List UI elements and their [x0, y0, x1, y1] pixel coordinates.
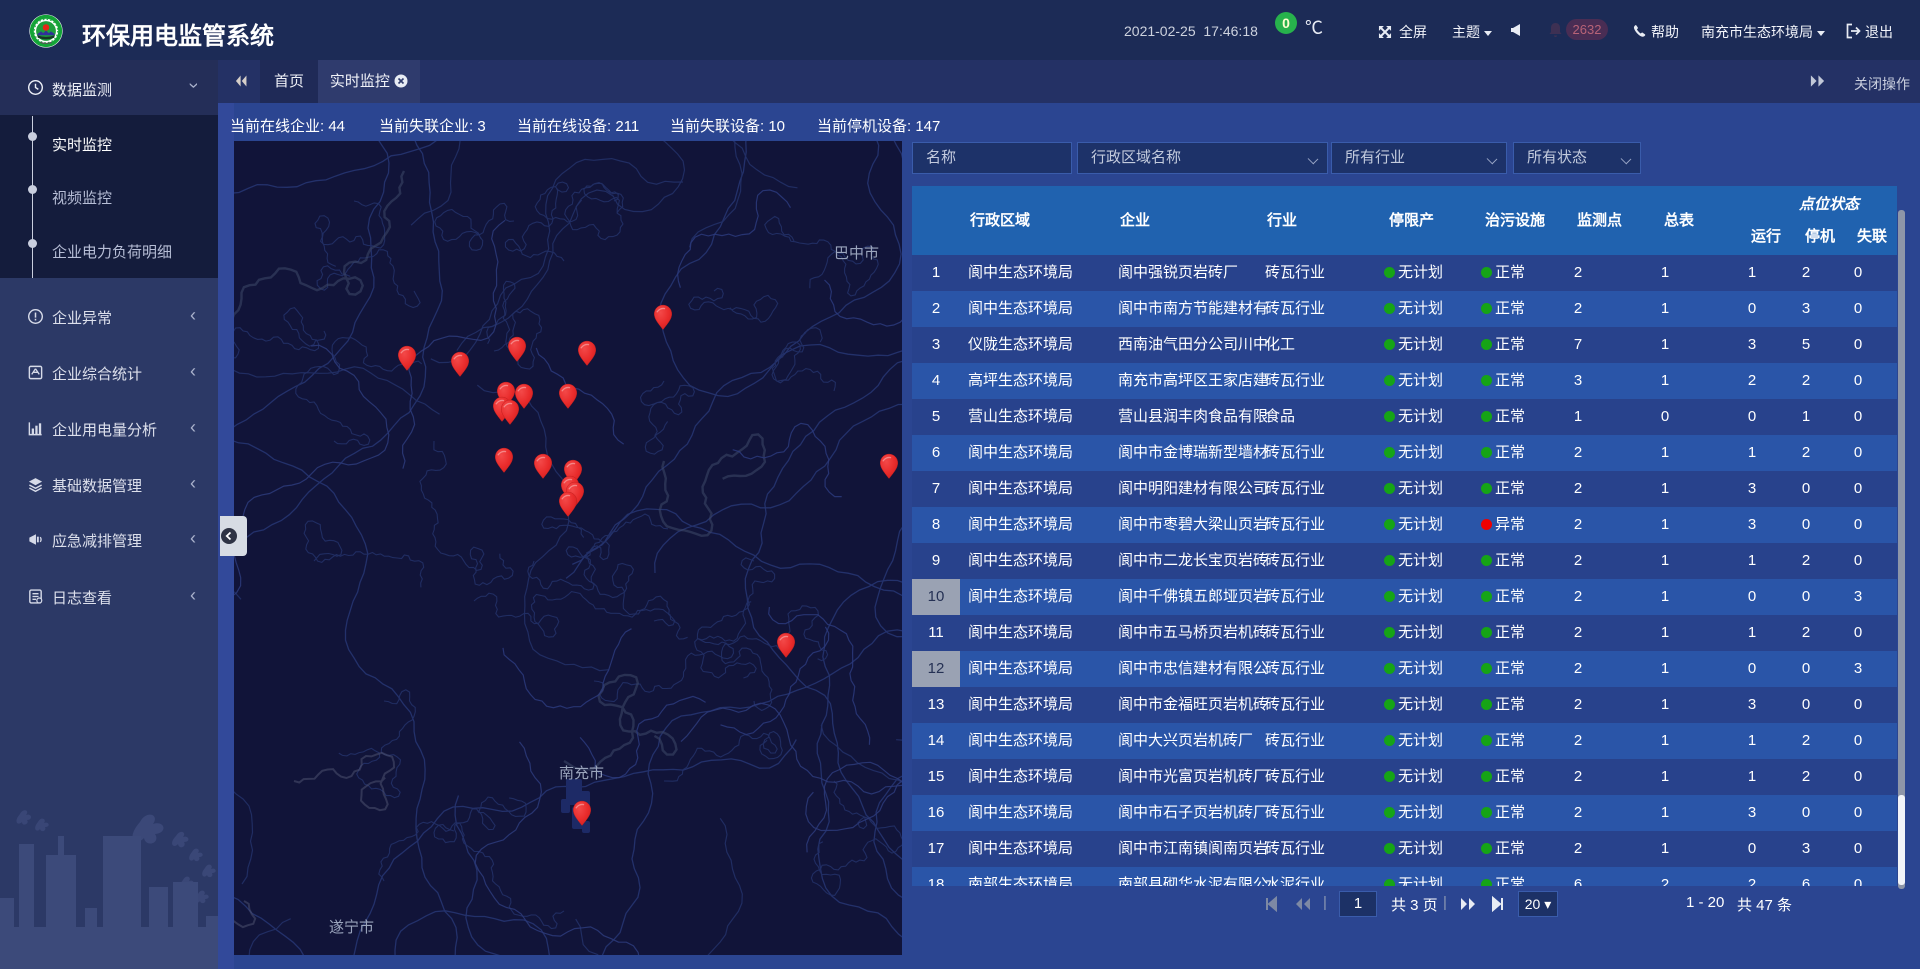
svg-text:南充市: 南充市	[559, 765, 604, 782]
svg-text:遂宁市: 遂宁市	[329, 919, 374, 936]
svg-text:巴中市: 巴中市	[834, 245, 879, 262]
